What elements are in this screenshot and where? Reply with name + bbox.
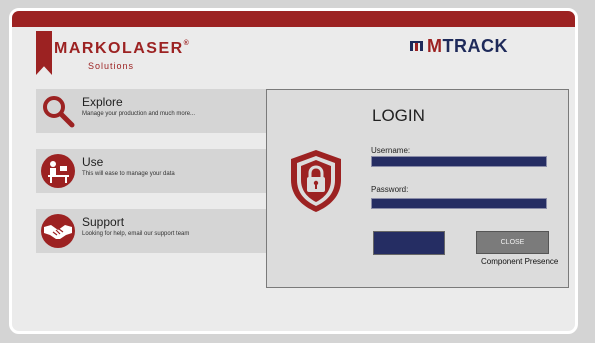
username-input[interactable] (371, 156, 547, 167)
login-title: LOGIN (372, 106, 425, 125)
close-button[interactable]: CLOSE (476, 231, 549, 254)
login-panel: LOGIN Username: Password: CLOSE Componen… (266, 89, 569, 288)
logo-flag (36, 31, 52, 75)
password-input[interactable] (371, 198, 547, 209)
feature-description: Looking for help, email our support team (82, 231, 190, 237)
mtrack-badge-icon (410, 41, 423, 51)
password-label: Password: (371, 185, 409, 194)
feature-card-explore[interactable]: Explore Manage your production and much … (36, 89, 272, 133)
feature-title: Use (82, 155, 104, 169)
feature-title: Explore (82, 95, 123, 109)
markolaser-logo: MARKOLASER® Solutions (36, 31, 189, 75)
mtrack-wordmark: MTRACK (427, 36, 508, 56)
lock-shield-icon (291, 150, 341, 212)
login-button[interactable] (373, 231, 445, 255)
search-icon (43, 96, 75, 128)
component-presence-label: Component Presence (481, 257, 559, 266)
feature-card-use[interactable]: Use This will ease to manage your data (36, 149, 272, 193)
feature-description: Manage your production and much more... (82, 111, 196, 117)
top-bar (12, 11, 575, 27)
feature-title: Support (82, 215, 125, 229)
username-label: Username: (371, 146, 411, 155)
logo-company-name: MARKOLASER® (54, 40, 191, 57)
handshake-icon (41, 214, 75, 248)
mtrack-logo: MTRACK (409, 36, 519, 60)
feature-description: This will ease to manage your data (82, 171, 175, 177)
feature-card-support[interactable]: Support Looking for help, email our supp… (36, 209, 272, 253)
app-window: MARKOLASER® Solutions MTRACK Explore Man… (9, 8, 578, 334)
logo-company-sub: Solutions (88, 61, 135, 71)
user-at-desk-icon (41, 154, 75, 188)
